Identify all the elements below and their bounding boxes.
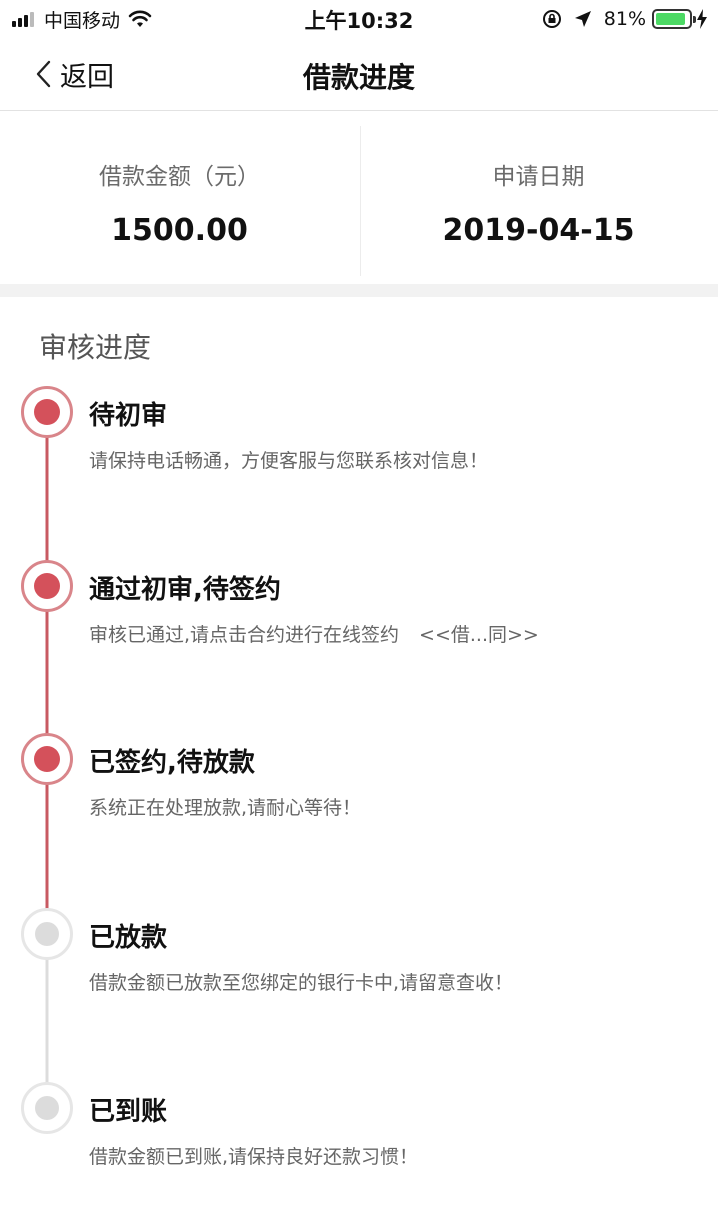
step-node-done	[21, 386, 73, 438]
step-node-pending	[21, 908, 73, 960]
step-title: 已签约,待放款	[89, 748, 255, 778]
rotation-lock-icon	[542, 10, 561, 28]
nav-bar: 返回 借款进度	[0, 38, 718, 111]
step-desc: 审核已通过,请点击合约进行在线签约 <<借...同>>	[89, 620, 539, 647]
step-desc: 借款金额已到账,请保持良好还款习惯！	[89, 1146, 419, 1168]
apply-date-label: 申请日期	[492, 164, 585, 190]
page-title: 借款进度	[302, 61, 415, 94]
step-title: 已放款	[89, 923, 168, 953]
step-title: 已到账	[89, 1097, 168, 1127]
status-bar: 中国移动 上午10:32 81%	[0, 0, 718, 38]
battery-percent: 81%	[603, 8, 646, 30]
location-arrow-icon	[574, 11, 591, 27]
apply-date-block: 申请日期 2019-04-15	[359, 112, 718, 284]
apply-date-value: 2019-04-15	[442, 213, 635, 248]
step-title: 通过初审,待签约	[89, 575, 281, 605]
progress-step: 已放款 借款金额已放款至您绑定的银行卡中,请留意查收！	[0, 917, 718, 1037]
section-separator	[0, 284, 718, 297]
charging-bolt-icon	[697, 9, 707, 29]
progress-step: 已签约,待放款 系统正在处理放款,请耐心等待！	[0, 742, 718, 862]
step-desc: 借款金额已放款至您绑定的银行卡中,请留意查收！	[89, 972, 514, 994]
loan-amount-label: 借款金额（元）	[99, 164, 260, 190]
contract-link[interactable]: <<借...同>>	[419, 624, 539, 646]
progress-step: 已到账 借款金额已到账,请保持良好还款习惯！	[0, 1091, 718, 1211]
step-node-done	[21, 733, 73, 785]
loan-amount-block: 借款金额（元） 1500.00	[0, 112, 359, 284]
loan-summary: 借款金额（元） 1500.00 申请日期 2019-04-15	[0, 112, 718, 284]
step-node-pending	[21, 1082, 73, 1134]
step-node-done	[21, 560, 73, 612]
battery-icon	[652, 9, 696, 29]
step-title: 待初审	[89, 401, 168, 431]
loan-amount-value: 1500.00	[111, 213, 248, 248]
progress-step: 待初审 请保持电话畅通，方便客服与您联系核对信息！	[0, 395, 718, 515]
progress-section-title: 审核进度	[39, 331, 152, 364]
progress-step: 通过初审,待签约 审核已通过,请点击合约进行在线签约 <<借...同>>	[0, 569, 718, 689]
step-desc: 系统正在处理放款,请耐心等待！	[89, 797, 362, 819]
step-desc-text: 审核已通过,请点击合约进行在线签约	[89, 624, 400, 646]
step-desc: 请保持电话畅通，方便客服与您联系核对信息！	[89, 450, 489, 472]
status-bar-right: 81%	[542, 6, 708, 32]
